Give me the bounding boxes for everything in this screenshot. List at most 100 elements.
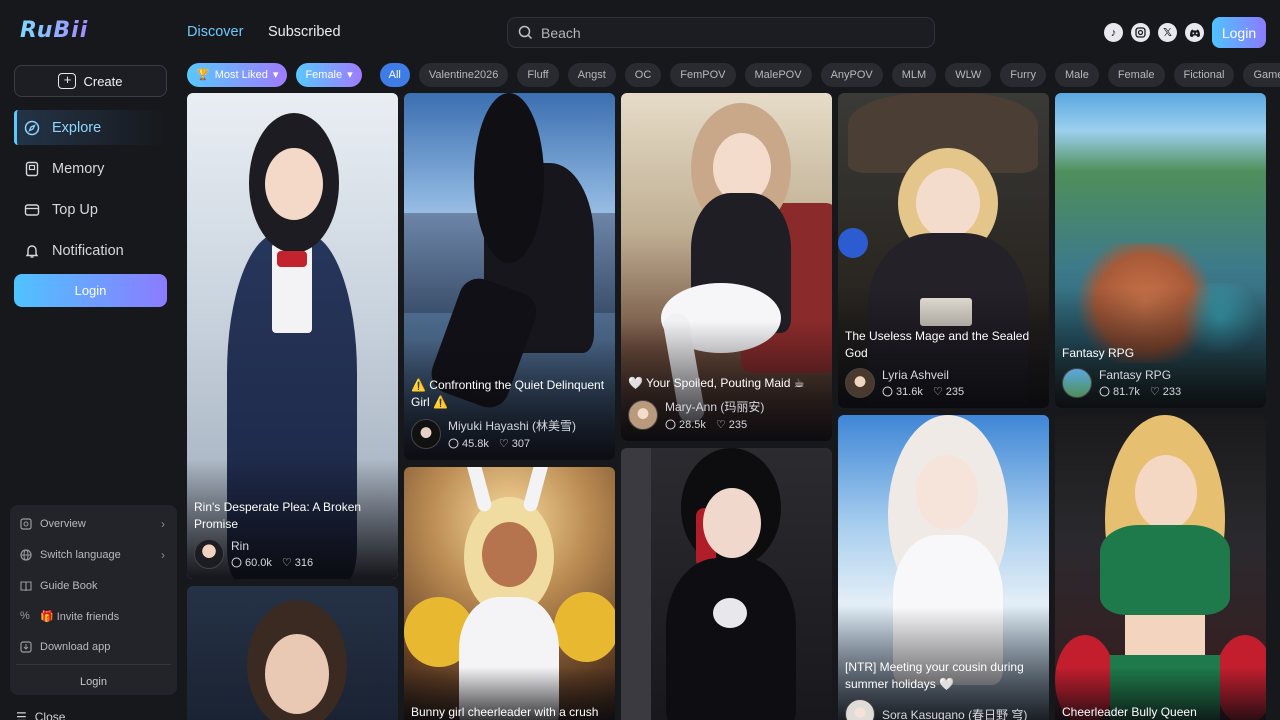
tag-female[interactable]: Female [1107, 62, 1165, 87]
sidebar-item-notification[interactable]: Notification [14, 233, 167, 268]
search-bar[interactable] [507, 17, 935, 48]
character-card[interactable]: Fantasy RPG Fantasy RPG 81.7k ♡ 233 [1055, 93, 1266, 408]
tab-discover[interactable]: Discover [187, 24, 243, 40]
character-card[interactable]: 🤍 Your Spoiled, Pouting Maid ☕ Mary-Ann … [621, 93, 832, 441]
sidebar-item-memory[interactable]: Memory [14, 151, 167, 186]
tag-oc[interactable]: OC [624, 62, 662, 87]
sidebar-item-label: Notification [52, 242, 124, 259]
tag-furry[interactable]: Furry [1000, 62, 1046, 87]
sidebar: RuBii + Create Explore Memory Top Up Not… [0, 0, 180, 720]
header-login-button[interactable]: Login [1212, 17, 1266, 48]
tag-wlw[interactable]: WLW [945, 62, 992, 87]
character-card[interactable]: ⚠️ Confronting the Quiet Delinquent Girl… [404, 93, 615, 460]
author-name: Rin [231, 539, 250, 553]
panel-item-label: Guide Book [40, 579, 98, 592]
avatar [845, 368, 875, 398]
panel-item-invite-friends[interactable]: % 🎁 Invite friends [10, 601, 177, 632]
panel-item-switch-language[interactable]: Switch language › [10, 540, 177, 571]
tag-valentine2026[interactable]: Valentine2026 [418, 62, 509, 87]
card-info: ⚠️ Confronting the Quiet Delinquent Girl… [411, 377, 608, 450]
card-image [621, 448, 832, 720]
tag-male[interactable]: Male [1054, 62, 1099, 87]
bell-icon [24, 243, 40, 259]
panel-item-overview[interactable]: Overview › [10, 509, 177, 540]
overview-icon [20, 518, 32, 530]
settings-panel: Overview › Switch language › Guide Book … [10, 505, 177, 695]
avatar [411, 418, 441, 449]
sidebar-item-top-up[interactable]: Top Up [14, 192, 167, 227]
sort-dropdown[interactable]: 🏆 Most Liked ▾ [187, 62, 288, 87]
card-stats: 31.6k ♡ 235 [882, 385, 964, 398]
sidebar-login-button[interactable]: Login [14, 274, 167, 307]
menu-icon: ☰ [16, 710, 27, 720]
panel-login-button[interactable]: Login [10, 665, 177, 688]
tag-fempov[interactable]: FemPOV [670, 62, 736, 87]
tag-all[interactable]: All [379, 62, 410, 87]
chevron-right-icon: › [161, 517, 165, 532]
character-card[interactable]: [NTR] Meeting your cousin during summer … [838, 415, 1049, 720]
card-info: Bunny girl cheerleader with a crush [411, 704, 608, 720]
card-stats: 60.0k ♡ 316 [231, 556, 313, 569]
avatar [194, 539, 224, 569]
search-icon [518, 25, 533, 40]
author-name: Miyuki Hayashi (林美雪) [448, 419, 577, 433]
character-card[interactable] [187, 586, 398, 720]
card-info: Fantasy RPG Fantasy RPG 81.7k ♡ 233 [1062, 345, 1259, 398]
card-author: Miyuki Hayashi (林美雪) 45.8k ♡ 307 [411, 417, 608, 450]
heart-icon: ♡ [498, 438, 509, 450]
sidebar-item-label: Explore [52, 119, 102, 136]
tag-fictional[interactable]: Fictional [1173, 62, 1235, 87]
tab-subscribed[interactable]: Subscribed [268, 24, 341, 40]
author-name: Lyria Ashveil [882, 368, 949, 382]
avatar [845, 699, 875, 720]
app-logo[interactable]: RuBii [20, 18, 88, 43]
panel-item-label: Switch language [40, 549, 121, 562]
tiktok-icon[interactable]: ♪ [1104, 23, 1123, 42]
chat-icon [448, 438, 459, 449]
book-icon [20, 581, 32, 591]
like-count: 316 [294, 556, 314, 569]
panel-item-label: Overview [40, 518, 86, 531]
chat-count: 81.7k [1113, 385, 1140, 398]
panel-item-download-app[interactable]: Download app [10, 632, 177, 663]
tag-mlm[interactable]: MLM [891, 62, 937, 87]
card-stats: 45.8k ♡ 307 [448, 437, 576, 450]
card-info: 🤍 Your Spoiled, Pouting Maid ☕ Mary-Ann … [628, 375, 825, 431]
card-info: [NTR] Meeting your cousin during summer … [845, 659, 1042, 720]
character-card[interactable]: The Useless Mage and the Sealed God Lyri… [838, 93, 1049, 408]
card-info: Cheerleader Bully Queen [1062, 704, 1259, 720]
discord-icon[interactable] [1185, 23, 1204, 42]
tag-fluff[interactable]: Fluff [517, 62, 559, 87]
character-card[interactable] [621, 448, 832, 720]
plus-icon: + [58, 73, 77, 89]
heart-icon: ♡ [715, 419, 726, 431]
chat-icon [1099, 386, 1110, 397]
tag-angst[interactable]: Angst [567, 62, 616, 87]
tag-game[interactable]: Game [1243, 62, 1280, 87]
percent-icon: % [20, 610, 30, 623]
card-author: Sora Kasugano (春日野 穹) [845, 699, 1042, 720]
panel-item-label: Download app [40, 641, 111, 654]
search-input[interactable] [541, 24, 911, 41]
instagram-icon[interactable] [1131, 23, 1150, 42]
create-label: Create [83, 73, 123, 89]
trophy-icon: 🏆 [196, 69, 210, 81]
close-sidebar-button[interactable]: ☰ Close [16, 710, 65, 720]
character-card[interactable]: Cheerleader Bully Queen [1055, 415, 1266, 720]
like-count: 307 [511, 437, 531, 450]
filter-bar: 🏆 Most Liked ▾ Female ▾ All Valentine202… [187, 62, 1280, 87]
card-author: Rin 60.0k ♡ 316 [194, 539, 391, 569]
tag-anypov[interactable]: AnyPOV [820, 62, 883, 87]
panel-item-guide-book[interactable]: Guide Book [10, 570, 177, 601]
gender-dropdown[interactable]: Female ▾ [296, 62, 362, 87]
card-author: Mary-Ann (玛丽安) 28.5k ♡ 235 [628, 398, 825, 431]
sidebar-item-explore[interactable]: Explore [14, 110, 167, 145]
chevron-down-icon: ▾ [272, 69, 279, 81]
create-button[interactable]: + Create [14, 65, 167, 97]
character-card[interactable]: Rin's Desperate Plea: A Broken Promise R… [187, 93, 398, 579]
x-icon[interactable]: 𝕏 [1158, 23, 1177, 42]
character-card[interactable]: Bunny girl cheerleader with a crush [404, 467, 615, 720]
wallet-icon [24, 202, 40, 218]
card-title: Cheerleader Bully Queen [1062, 705, 1197, 719]
tag-malepov[interactable]: MalePOV [744, 62, 812, 87]
